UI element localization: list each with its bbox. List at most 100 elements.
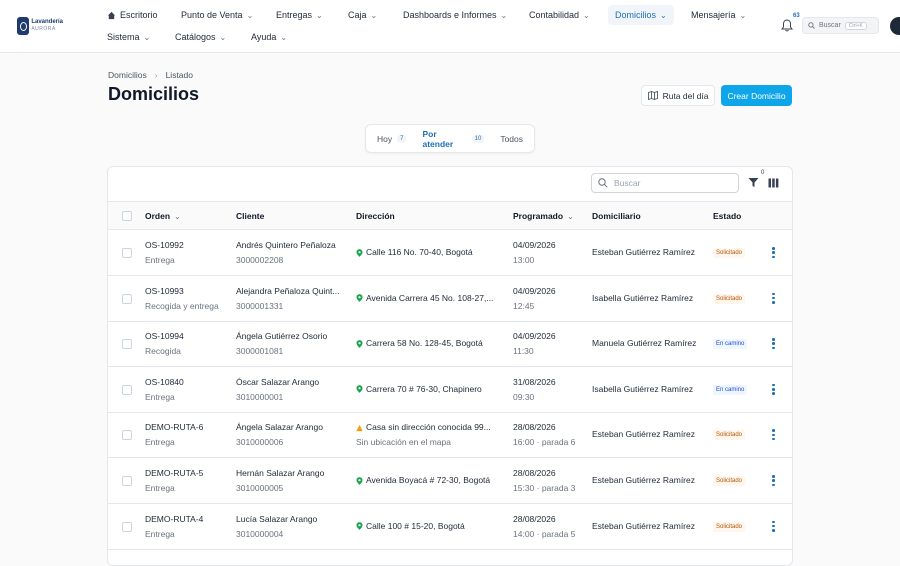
table-search-input[interactable]: Buscar <box>591 173 739 193</box>
global-search-button[interactable]: Buscar Ctrl+K <box>802 17 879 34</box>
tab-por-atender[interactable]: Por atender 10 <box>415 128 492 149</box>
column-programado[interactable]: Programado ⌄ <box>513 211 574 221</box>
table-row[interactable]: OS-10840 Entrega Óscar Salazar Arango 30100… <box>108 367 792 413</box>
filter-icon[interactable] <box>748 177 759 188</box>
status-badge: Solicitado <box>713 248 746 258</box>
programado-hora: 13:00 <box>513 255 535 265</box>
row-checkbox[interactable] <box>122 248 132 258</box>
row-actions-kebab-icon[interactable] <box>772 520 775 532</box>
cliente-nombre: Alejandra Peñaloza Quint... <box>236 285 340 296</box>
orden-id[interactable]: OS-10840 <box>145 375 184 390</box>
row-checkbox[interactable] <box>122 521 132 532</box>
nav-escritorio[interactable]: Escritorio <box>101 6 164 24</box>
row-checkbox[interactable] <box>122 293 132 304</box>
programado-hora: 12:45 <box>513 300 535 311</box>
table-header: Orden ⌄ Cliente Dirección Programado ⌄ Dom… <box>108 201 792 230</box>
nav-punto-de-venta[interactable]: Punto de Venta ⌄ <box>175 6 259 24</box>
orden-tipo: Entrega <box>145 528 175 539</box>
brand-logo[interactable]: Lavandería AURORA <box>17 16 63 36</box>
column-cliente: Cliente <box>236 211 265 221</box>
row-actions-kebab-icon[interactable] <box>772 429 775 441</box>
programado-fecha: 04/09/2026 <box>513 331 556 342</box>
table-row[interactable]: DEMO-RUTA-4 Entrega Lucía Salazar Arango 30… <box>108 504 792 550</box>
row-actions-kebab-icon[interactable] <box>772 475 775 486</box>
sort-icon: ⌄ <box>174 211 181 221</box>
search-icon <box>808 22 815 29</box>
direccion-text: Carrera 58 No. 128-45, Bogotá <box>366 338 483 349</box>
row-actions-kebab-icon[interactable] <box>772 292 775 304</box>
warning-icon <box>356 424 363 431</box>
row-checkbox[interactable] <box>122 339 132 350</box>
cliente-nombre: Ángela Salazar Arango <box>236 422 323 433</box>
keyboard-shortcut: Ctrl+K <box>844 21 867 30</box>
programado-hora: 14:00 · parada 5 <box>513 528 576 539</box>
row-actions-kebab-icon[interactable] <box>772 338 775 350</box>
cliente-nombre: Hernán Salazar Arango <box>236 468 325 478</box>
tab-todos[interactable]: Todos <box>493 128 530 149</box>
breadcrumb-listado: Listado <box>165 70 193 80</box>
programado-fecha: 28/08/2026 <box>513 422 556 433</box>
status-badge: En camino <box>713 384 748 395</box>
direccion-text: Avenida Boyacá # 72-30, Bogotá <box>366 475 491 485</box>
chevron-down-icon: ⌄ <box>143 32 151 42</box>
route-of-day-button[interactable]: Ruta del día <box>641 85 715 106</box>
row-actions-kebab-icon[interactable] <box>772 383 775 395</box>
page-title: Domicilios <box>108 84 200 104</box>
cliente-telefono: 3000002208 <box>236 255 284 265</box>
direccion-text: Casa sin dirección conocida 99... <box>366 422 491 433</box>
domiciliario-nombre: Esteban Gutiérrez Ramírez <box>592 520 695 531</box>
nav-contabilidad[interactable]: Contabilidad ⌄ <box>523 6 596 24</box>
domiciliario-nombre: Isabella Gutiérrez Ramírez <box>592 292 694 303</box>
row-checkbox[interactable] <box>122 384 132 395</box>
chevron-down-icon: ⌄ <box>739 10 747 20</box>
programado-hora: 16:00 · parada 6 <box>513 437 576 448</box>
column-orden[interactable]: Orden ⌄ <box>145 211 181 221</box>
table-row[interactable]: DEMO-RUTA-6 Entrega Ángela Salazar Arango 3… <box>108 412 792 459</box>
tab-count-badge: 7 <box>397 134 407 143</box>
domiciliario-nombre: Esteban Gutiérrez Ramírez <box>592 475 695 485</box>
nav-catalogos[interactable]: Catálogos ⌄ <box>169 28 232 46</box>
nav-domicilios[interactable]: Domicilios ⌄ <box>608 5 674 25</box>
row-actions-kebab-icon[interactable] <box>772 247 775 258</box>
table-row[interactable]: DEMO-RUTA-5 Entrega Hernán Salazar Arango 3… <box>108 458 792 504</box>
nav-ayuda[interactable]: Ayuda ⌄ <box>245 28 293 46</box>
orden-id[interactable]: DEMO-RUTA-4 <box>145 512 203 527</box>
status-badge: En camino <box>713 339 748 350</box>
direccion-text: Carrera 70 # 76-30, Chapinero <box>366 383 482 394</box>
user-avatar[interactable] <box>890 17 900 35</box>
top-navigation-bar: Lavandería AURORA Escritorio Punto de Ve… <box>0 0 900 53</box>
nav-sistema[interactable]: Sistema ⌄ <box>101 28 156 46</box>
brand-name: Lavandería <box>31 19 63 25</box>
table-row[interactable]: OS-10993 Recogida y entrega Alejandra Peña… <box>108 276 792 322</box>
chevron-right-icon: › <box>154 70 158 80</box>
tab-hoy[interactable]: Hoy 7 <box>370 128 413 149</box>
row-checkbox[interactable] <box>122 476 132 486</box>
map-pin-icon <box>356 248 363 257</box>
orden-id[interactable]: OS-10993 <box>145 284 219 299</box>
nav-entregas[interactable]: Entregas ⌄ <box>270 6 329 24</box>
breadcrumb: Domicilios › Listado <box>108 70 193 80</box>
cliente-telefono: 3010000001 <box>236 391 284 402</box>
search-icon <box>598 178 608 188</box>
create-domicilio-button[interactable]: Crear Domicilio <box>721 85 792 106</box>
nav-caja[interactable]: Caja ⌄ <box>342 6 383 24</box>
breadcrumb-domicilios[interactable]: Domicilios <box>108 70 147 80</box>
select-all-checkbox[interactable] <box>122 211 132 221</box>
domiciliario-nombre: Manuela Gutiérrez Ramírez <box>592 338 697 349</box>
orden-id[interactable]: DEMO-RUTA-6 <box>145 420 203 435</box>
programado-fecha: 04/09/2026 <box>513 240 556 250</box>
sort-icon: ⌄ <box>567 211 574 221</box>
table-row[interactable]: OS-10992 Entrega Andrés Quintero Peñaloza 3… <box>108 230 792 276</box>
columns-icon[interactable] <box>768 178 779 188</box>
orden-id[interactable]: DEMO-RUTA-5 <box>145 466 203 481</box>
programado-hora: 11:30 <box>513 346 534 357</box>
cliente-telefono: 3000001331 <box>236 300 284 311</box>
orden-id[interactable]: OS-10994 <box>145 329 184 344</box>
cliente-telefono: 3010000004 <box>236 528 284 539</box>
bell-icon[interactable] <box>781 19 793 32</box>
orden-id[interactable]: OS-10992 <box>145 238 184 253</box>
row-checkbox[interactable] <box>122 430 132 441</box>
nav-dashboards[interactable]: Dashboards e Informes ⌄ <box>397 6 513 24</box>
nav-mensajeria[interactable]: Mensajería ⌄ <box>685 6 752 24</box>
table-row[interactable]: OS-10994 Recogida Ángela Gutiérrez Osorio 3… <box>108 321 792 368</box>
